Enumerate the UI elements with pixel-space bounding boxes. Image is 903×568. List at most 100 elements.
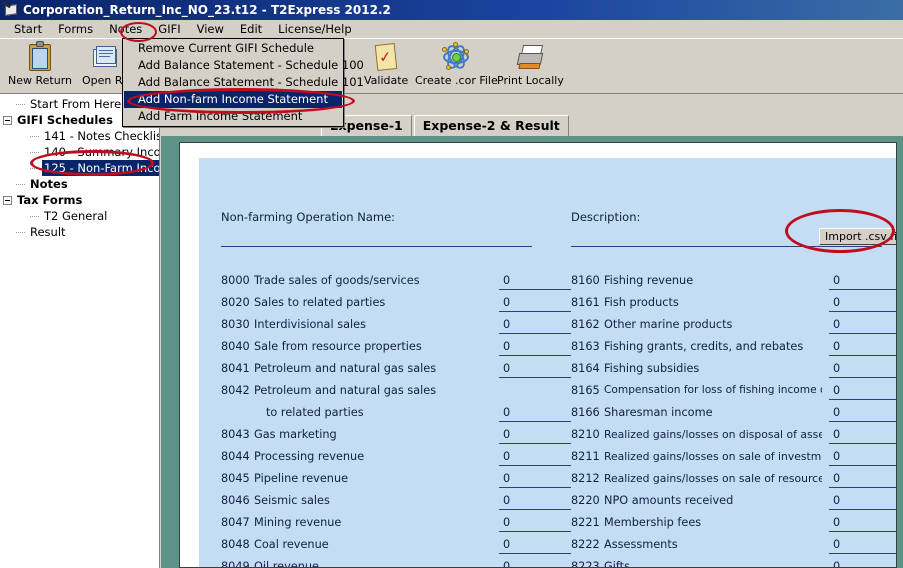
row-value[interactable]: 0 xyxy=(503,494,510,507)
create-cor-file-label: Create .cor File xyxy=(415,74,498,87)
row-value[interactable]: 0 xyxy=(503,560,510,567)
row-value[interactable]: 0 xyxy=(833,538,840,551)
row-value[interactable]: 0 xyxy=(503,318,510,331)
main-content: Expense-1 Expense-2 & Result Non-farming… xyxy=(161,94,903,568)
form-row[interactable]: 8163 Fishing grants, credits, and rebate… xyxy=(571,340,896,362)
form-row[interactable]: 8046 Seismic sales 0 xyxy=(221,494,571,516)
form-row[interactable]: 8212 Realized gains/losses on sale of re… xyxy=(571,472,896,494)
row-value[interactable]: 0 xyxy=(503,362,510,375)
row-description: Realized gains/losses on sale of resourc… xyxy=(604,472,822,485)
tree-item-125-non-farm-income[interactable]: 125 - Non-Farm Income xyxy=(0,160,159,176)
menu-option-add-farm-income-statement[interactable]: Add Farm Income Statement xyxy=(124,108,342,125)
menu-option-add-non-farm-income-statement[interactable]: Add Non-farm Income Statement xyxy=(124,91,342,108)
row-value[interactable]: 0 xyxy=(833,362,840,375)
tree-item-notes[interactable]: Notes xyxy=(0,176,159,192)
row-value[interactable]: 0 xyxy=(833,560,840,567)
row-value[interactable]: 0 xyxy=(503,450,510,463)
collapse-expander-icon[interactable] xyxy=(3,115,12,125)
menu-item-start[interactable]: Start xyxy=(6,21,50,37)
validate-check-icon: ✓ xyxy=(370,41,402,73)
form-row[interactable]: 8164 Fishing subsidies 0 xyxy=(571,362,896,384)
form-row[interactable]: 8161 Fish products 0 xyxy=(571,296,896,318)
menu-option-remove-current-gifi-schedule[interactable]: Remove Current GIFI Schedule xyxy=(124,40,342,57)
row-value[interactable]: 0 xyxy=(503,472,510,485)
tree-item-141-notes-checklist[interactable]: 141 - Notes Checklist xyxy=(0,128,159,144)
row-value[interactable]: 0 xyxy=(833,318,840,331)
row-value[interactable]: 0 xyxy=(833,296,840,309)
form-row[interactable]: 8042 Petroleum and natural gas sales xyxy=(221,384,551,406)
row-description: Coal revenue xyxy=(254,538,329,551)
tree-item-result[interactable]: Result xyxy=(0,224,159,240)
description-input[interactable] xyxy=(571,246,882,247)
form-row[interactable]: to related parties 0 xyxy=(221,406,571,428)
row-underline xyxy=(499,421,571,422)
row-value[interactable]: 0 xyxy=(503,274,510,287)
tree-dots-icon xyxy=(30,164,39,173)
form-row[interactable]: 8048 Coal revenue 0 xyxy=(221,538,571,560)
gifi-dropdown-menu[interactable]: Remove Current GIFI Schedule Add Balance… xyxy=(122,38,364,127)
menu-item-forms[interactable]: Forms xyxy=(50,21,101,37)
form-row[interactable]: 8047 Mining revenue 0 xyxy=(221,516,571,538)
form-row[interactable]: 8166 Sharesman income 0 xyxy=(571,406,896,428)
form-row[interactable]: 8020 Sales to related parties 0 xyxy=(221,296,571,318)
row-value[interactable]: 0 xyxy=(503,428,510,441)
form-row[interactable]: 8030 Interdivisional sales 0 xyxy=(221,318,571,340)
form-row[interactable]: 8210 Realized gains/losses on disposal o… xyxy=(571,428,896,450)
form-row[interactable]: 8049 Oil revenue 0 xyxy=(221,560,551,568)
import-csv-button[interactable]: Import .csv file xyxy=(819,228,896,245)
row-value[interactable]: 0 xyxy=(503,296,510,309)
row-value[interactable]: 0 xyxy=(503,538,510,551)
menu-option-add-balance-statement-101[interactable]: Add Balance Statement - Schedule 101 xyxy=(124,74,364,91)
print-locally-button[interactable]: Print Locally xyxy=(497,41,564,87)
form-row[interactable]: 8000 Trade sales of goods/services 0 xyxy=(221,274,571,296)
row-value[interactable]: 0 xyxy=(503,406,510,419)
form-row[interactable]: 8162 Other marine products 0 xyxy=(571,318,896,340)
row-value[interactable]: 0 xyxy=(833,450,840,463)
form-row[interactable]: 8220 NPO amounts received 0 xyxy=(571,494,896,516)
row-value[interactable]: 0 xyxy=(833,406,840,419)
tree-item-tax-forms[interactable]: Tax Forms xyxy=(0,192,159,208)
row-value[interactable]: 0 xyxy=(833,428,840,441)
tab-expense-2-result[interactable]: Expense-2 & Result xyxy=(413,115,569,136)
row-value[interactable]: 0 xyxy=(833,384,840,397)
new-return-button[interactable]: New Return xyxy=(8,41,72,87)
navigation-tree[interactable]: Start From Here GIFI Schedules 141 - Not… xyxy=(0,94,160,568)
tree-item-140-summary-income[interactable]: 140 - Summary Income xyxy=(0,144,159,160)
row-code: 8163 xyxy=(571,340,600,353)
form-row[interactable]: 8041 Petroleum and natural gas sales 0 xyxy=(221,362,571,384)
form-row[interactable]: 8211 Realized gains/losses on sale of in… xyxy=(571,450,896,472)
form-row[interactable]: 8223 Gifts 0 xyxy=(571,560,896,567)
form-row[interactable]: 8040 Sale from resource properties 0 xyxy=(221,340,571,362)
form-row[interactable]: 8165 Compensation for loss of fishing in… xyxy=(571,384,896,406)
menu-item-view[interactable]: View xyxy=(189,21,232,37)
row-value[interactable]: 0 xyxy=(503,340,510,353)
form-row[interactable]: 8221 Membership fees 0 xyxy=(571,516,896,538)
row-code: 8049 xyxy=(221,560,250,568)
row-code: 8161 xyxy=(571,296,600,309)
menu-item-gifi[interactable]: GIFI xyxy=(150,21,188,37)
menu-item-edit[interactable]: Edit xyxy=(232,21,270,37)
menu-item-notes[interactable]: Notes xyxy=(101,21,150,37)
row-value[interactable]: 0 xyxy=(833,274,840,287)
row-underline xyxy=(499,443,571,444)
form-row[interactable]: 8045 Pipeline revenue 0 xyxy=(221,472,571,494)
form-row[interactable]: 8044 Processing revenue 0 xyxy=(221,450,571,472)
tree-dots-icon xyxy=(30,212,39,221)
row-value[interactable]: 0 xyxy=(833,340,840,353)
validate-button[interactable]: ✓ Validate xyxy=(364,41,408,87)
row-code: 8165 xyxy=(571,384,600,397)
tree-item-t2-general[interactable]: T2 General xyxy=(0,208,159,224)
non-farming-operation-name-input[interactable] xyxy=(221,246,532,247)
row-value[interactable]: 0 xyxy=(833,516,840,529)
collapse-expander-icon[interactable] xyxy=(3,195,12,205)
form-row[interactable]: 8043 Gas marketing 0 xyxy=(221,428,571,450)
menu-item-license-help[interactable]: License/Help xyxy=(270,21,359,37)
row-value[interactable]: 0 xyxy=(833,472,840,485)
row-value[interactable]: 0 xyxy=(503,516,510,529)
tree-item-label: T2 General xyxy=(44,209,108,223)
form-row[interactable]: 8160 Fishing revenue 0 xyxy=(571,274,896,296)
row-value[interactable]: 0 xyxy=(833,494,840,507)
create-cor-file-button[interactable]: Create .cor File xyxy=(415,41,498,87)
menu-option-add-balance-statement-100[interactable]: Add Balance Statement - Schedule 100 xyxy=(124,57,364,74)
form-row[interactable]: 8222 Assessments 0 xyxy=(571,538,896,560)
